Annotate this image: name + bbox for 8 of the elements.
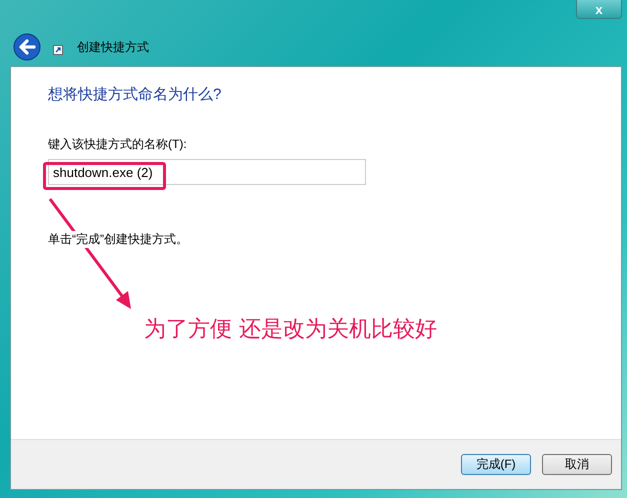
window-title: 创建快捷方式 — [77, 38, 149, 56]
field-label: 键入该快捷方式的名称(T): — [48, 136, 187, 153]
annotation-text: 为了方便 还是改为关机比较好 — [144, 316, 437, 344]
name-input-field[interactable]: shutdown.exe (2) — [48, 159, 366, 185]
finish-button[interactable]: 完成(F) — [461, 454, 531, 475]
shortcut-icon — [53, 45, 63, 55]
cancel-button[interactable]: 取消 — [542, 454, 612, 475]
dialog-heading: 想将快捷方式命名为什么? — [48, 85, 222, 104]
